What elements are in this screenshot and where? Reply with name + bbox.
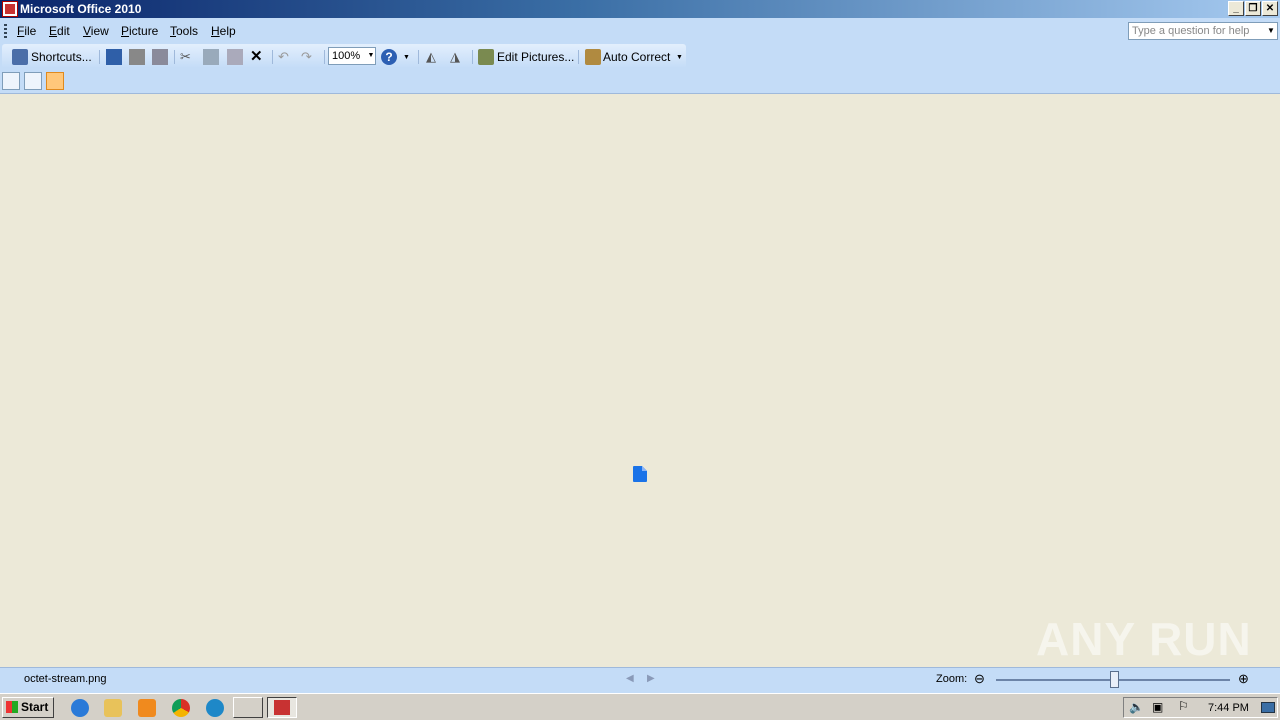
start-label: Start: [21, 700, 49, 714]
action-center-flag-icon[interactable]: ⚐: [1178, 699, 1189, 713]
auto-correct-icon[interactable]: [585, 49, 601, 65]
cut-icon[interactable]: ✂: [180, 49, 196, 65]
menu-file[interactable]: File: [17, 24, 36, 38]
menu-help[interactable]: Help: [211, 24, 236, 38]
menubar-grip[interactable]: [4, 24, 7, 38]
standard-toolbar: Shortcuts... ✂ ✕ ↶ ↷ 100% ▼ ? ▼ ◭ ◮ Edit…: [2, 44, 686, 68]
office-app-icon: [274, 700, 290, 715]
edit-pictures-icon[interactable]: [478, 49, 494, 65]
volume-icon[interactable]: 🔈: [1129, 700, 1144, 714]
undo-icon[interactable]: ↶: [278, 49, 294, 65]
status-bar: octet-stream.png ◀ ▶ Zoom: ⊖ ⊕: [0, 667, 1280, 693]
chevron-down-icon[interactable]: ▼: [366, 48, 376, 64]
divider: [578, 50, 579, 64]
save-icon[interactable]: [106, 49, 122, 65]
zoom-value: 100%: [332, 50, 361, 62]
divider: [418, 50, 419, 64]
system-tray: 🔈 ▣ ⚐: [1123, 697, 1278, 718]
redo-icon[interactable]: ↷: [301, 49, 317, 65]
copy-icon[interactable]: [203, 49, 219, 65]
close-button[interactable]: ✕: [1262, 1, 1278, 16]
taskbar-app-button[interactable]: [233, 697, 263, 718]
toolbar-options-icon[interactable]: ▼: [403, 54, 410, 61]
email-icon[interactable]: [152, 49, 168, 65]
single-picture-view-icon[interactable]: [46, 72, 64, 90]
windows-logo-icon: [6, 701, 18, 713]
help-search-input[interactable]: Type a question for help ▼: [1128, 22, 1278, 40]
delete-icon[interactable]: ✕: [250, 49, 266, 65]
office-app-icon[interactable]: [2, 1, 18, 17]
file-icon: [633, 466, 647, 482]
minimize-button[interactable]: _: [1228, 1, 1244, 16]
chrome-icon[interactable]: [172, 699, 190, 717]
rotate-right-icon[interactable]: ◮: [450, 49, 466, 65]
edge-icon[interactable]: [206, 699, 224, 717]
divider: [324, 50, 325, 64]
divider: [99, 50, 100, 64]
divider: [472, 50, 473, 64]
menu-tools[interactable]: Tools: [170, 24, 198, 38]
show-desktop-icon[interactable]: [1261, 702, 1275, 713]
title-bar: Microsoft Office 2010 _ ❐ ✕: [0, 0, 1280, 18]
clock[interactable]: 7:44 PM: [1208, 702, 1249, 714]
rotate-left-icon[interactable]: ◭: [426, 49, 442, 65]
folder-icon[interactable]: [104, 699, 122, 717]
shortcuts-button[interactable]: Shortcuts...: [31, 48, 92, 66]
help-placeholder: Type a question for help: [1132, 25, 1250, 37]
print-icon[interactable]: [129, 49, 145, 65]
filmstrip-view-icon[interactable]: [24, 72, 42, 90]
edit-pictures-button[interactable]: Edit Pictures...: [497, 48, 574, 66]
media-player-icon[interactable]: [138, 699, 156, 717]
watermark: ANY RUN: [1036, 613, 1252, 665]
taskbar-office-button[interactable]: [267, 697, 297, 718]
zoom-slider-thumb[interactable]: [1110, 671, 1119, 688]
restore-button[interactable]: ❐: [1245, 1, 1261, 16]
help-icon[interactable]: ?: [381, 49, 397, 65]
window-title: Microsoft Office 2010: [20, 2, 142, 16]
divider: [174, 50, 175, 64]
picture-canvas[interactable]: [0, 94, 1280, 667]
filename-label: octet-stream.png: [24, 673, 107, 685]
shortcuts-icon[interactable]: [12, 49, 28, 65]
previous-picture-icon[interactable]: ◀: [626, 673, 634, 684]
menu-edit[interactable]: Edit: [49, 24, 70, 38]
menu-bar: File Edit View Picture Tools Help: [0, 18, 1280, 44]
thumbnail-view-icon[interactable]: [2, 72, 20, 90]
menu-view[interactable]: View: [83, 24, 109, 38]
next-picture-icon[interactable]: ▶: [647, 673, 655, 684]
zoom-out-icon[interactable]: ⊖: [974, 671, 985, 687]
zoom-label: Zoom:: [936, 673, 968, 685]
auto-correct-button[interactable]: Auto Correct: [603, 48, 670, 66]
chevron-down-icon[interactable]: ▼: [1265, 23, 1277, 39]
toolbar-options-icon[interactable]: ▼: [676, 54, 683, 61]
paste-icon[interactable]: [227, 49, 243, 65]
view-toolbar: [0, 70, 1280, 94]
network-icon[interactable]: ▣: [1152, 700, 1163, 714]
taskbar: Start 🔈 ▣ ⚐ 7:44 PM: [0, 693, 1280, 720]
start-button[interactable]: Start: [2, 697, 54, 718]
divider: [272, 50, 273, 64]
ie-icon[interactable]: [71, 699, 89, 717]
zoom-in-icon[interactable]: ⊕: [1238, 671, 1249, 687]
menu-picture[interactable]: Picture: [121, 24, 158, 38]
